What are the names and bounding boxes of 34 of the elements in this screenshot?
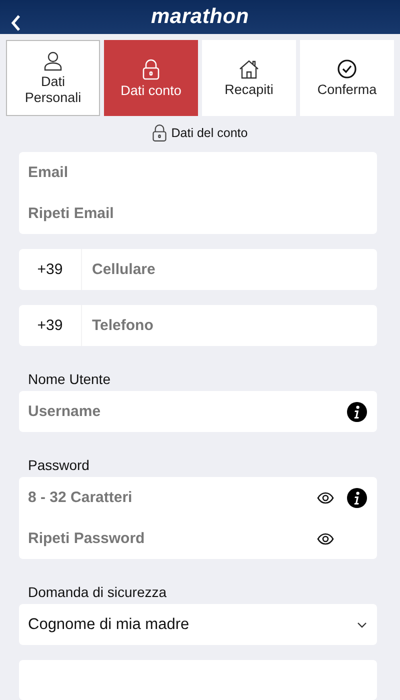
input-field[interactable]: +39 Telefono xyxy=(19,305,377,346)
lock-icon xyxy=(152,124,168,142)
country-code[interactable]: +39 xyxy=(19,249,82,290)
input-placeholder[interactable]: Telefono xyxy=(92,317,367,334)
step-tab[interactable]: Conferma xyxy=(300,40,394,116)
logo: marathon xyxy=(150,5,250,30)
input-placeholder[interactable]: 8 - 32 Caratteri xyxy=(28,489,307,506)
eye-icon[interactable] xyxy=(317,492,334,504)
country-code[interactable]: +39 xyxy=(19,305,82,346)
chevron-down-icon xyxy=(357,622,367,628)
check-circle-icon xyxy=(337,59,357,80)
step-tab[interactable]: Dati conto xyxy=(104,40,198,116)
info-icon[interactable] xyxy=(347,488,367,508)
section-title: Dati del conto xyxy=(171,126,248,140)
field-label: Nome Utente xyxy=(28,371,112,389)
input-placeholder[interactable]: Ripeti Password xyxy=(28,530,307,547)
input-field[interactable]: +39 Cellulare xyxy=(19,249,377,290)
house-icon xyxy=(239,60,259,79)
person-icon xyxy=(44,51,62,72)
input-placeholder[interactable]: Cellulare xyxy=(92,261,367,278)
info-icon[interactable] xyxy=(347,402,367,422)
input-placeholder[interactable]: Username xyxy=(28,403,337,420)
select-field[interactable]: Cognome di mia madre xyxy=(19,604,377,645)
back-icon xyxy=(10,14,22,32)
select-value: Cognome di mia madre xyxy=(28,616,190,634)
step-tab[interactable]: Dati Personali xyxy=(6,40,100,116)
input-placeholder[interactable]: Ripeti Email xyxy=(28,205,367,222)
lock-icon xyxy=(142,58,160,80)
input-placeholder[interactable]: Email xyxy=(28,164,367,181)
eye-icon[interactable] xyxy=(317,532,334,544)
step-tab[interactable]: Recapiti xyxy=(202,40,296,116)
field-label: Domanda di sicurezza xyxy=(28,584,168,602)
input-field[interactable]: Username xyxy=(19,391,377,432)
field-label: Password xyxy=(28,457,90,475)
